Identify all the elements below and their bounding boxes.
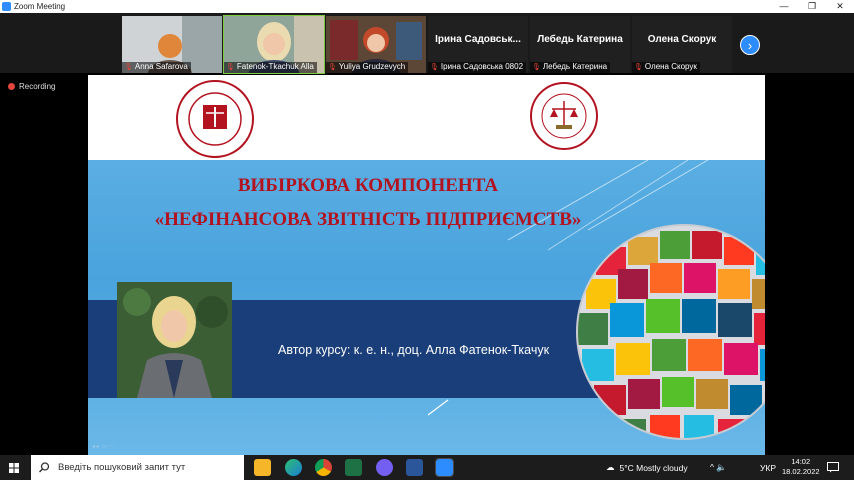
- participant-name: Ірина Садовська 0802: [440, 62, 524, 71]
- window-title: Zoom Meeting: [14, 2, 66, 11]
- notifications-icon[interactable]: [827, 462, 839, 473]
- sdg-globe-graphic: [576, 224, 765, 440]
- department-seal-logo: [530, 82, 598, 150]
- participant-strip: 🎙︎ Anna Safarova 🎙︎ Fatenok-Tkachuk Alla 🎙…: [0, 13, 854, 74]
- clock-time: 14:02: [791, 457, 811, 466]
- participant-tile[interactable]: Лебедь Катерина 🎙︎ Лебедь Катерина: [530, 16, 630, 73]
- slide-title-line2: «НЕФІНАНСОВА ЗВІТНІСТЬ ПІДПРИЄМСТВ»: [154, 209, 582, 230]
- viber-icon[interactable]: [376, 459, 393, 476]
- recording-label: Recording: [19, 82, 56, 91]
- minimize-button[interactable]: —: [770, 0, 798, 13]
- muted-mic-icon: 🎙︎: [634, 64, 643, 71]
- participant-tile-active-speaker[interactable]: 🎙︎ Fatenok-Tkachuk Alla: [223, 15, 325, 74]
- participant-name: Anna Safarova: [134, 62, 188, 71]
- excel-icon[interactable]: [345, 459, 362, 476]
- slide-author-text: Автор курсу: к. е. н., доц. Алла Фатенок…: [278, 343, 550, 357]
- muted-mic-icon: 🎙︎: [532, 64, 541, 71]
- author-photo: [117, 282, 232, 398]
- muted-mic-icon: 🎙︎: [226, 64, 235, 71]
- participant-tile[interactable]: 🎙︎ Anna Safarova: [122, 16, 222, 73]
- participant-tile[interactable]: 🎙︎ Yuliya Grudzevych: [326, 16, 426, 73]
- muted-mic-icon: 🎙︎: [328, 64, 337, 71]
- tray-icons: ^ 🔈: [710, 462, 727, 472]
- shared-screen-slide: ВИБІРКОВА КОМПОНЕНТА «НЕФІНАНСОВА ЗВІТНІ…: [88, 75, 765, 456]
- participant-tile[interactable]: Ірина Садовськ... 🎙︎ Ірина Садовська 0802: [428, 16, 528, 73]
- weather-text: 5°C Mostly cloudy: [619, 462, 688, 473]
- next-page-arrow-icon[interactable]: ›: [740, 35, 760, 55]
- participant-name: Лебедь Катерина: [542, 62, 608, 71]
- participant-name: Yuliya Grudzevych: [338, 62, 406, 71]
- slide-header: [88, 75, 765, 160]
- zoom-app-icon: [2, 2, 11, 11]
- language-indicator[interactable]: УКР: [760, 455, 776, 480]
- record-dot-icon: [8, 83, 15, 90]
- participant-tile[interactable]: Олена Скорук 🎙︎ Олена Скорук: [632, 16, 732, 73]
- slide-title-line1: ВИБІРКОВА КОМПОНЕНТА: [237, 175, 499, 196]
- muted-mic-icon: 🎙︎: [430, 64, 439, 71]
- language-label: УКР: [760, 462, 777, 473]
- windows-start-icon[interactable]: [9, 463, 19, 473]
- participant-display-name: Олена Скорук: [647, 34, 717, 45]
- institute-seal-logo: [176, 80, 254, 158]
- window-controls: — ❐ ✕: [770, 0, 854, 13]
- file-explorer-icon[interactable]: [254, 459, 271, 476]
- close-button[interactable]: ✕: [826, 0, 854, 13]
- search-placeholder: Введіть пошуковий запит тут: [58, 462, 186, 473]
- restore-button[interactable]: ❐: [798, 0, 826, 13]
- clock-date: 18.02.2022: [782, 467, 820, 476]
- search-icon: [39, 462, 50, 473]
- taskbar-clock[interactable]: 14:02 18.02.2022: [782, 457, 820, 477]
- slide-navigation-controls[interactable]: ◂ ▸ ▭ ⋯: [92, 443, 115, 450]
- participant-name: Олена Скорук: [644, 62, 697, 71]
- window-titlebar: Zoom Meeting — ❐ ✕: [0, 0, 854, 13]
- weather-widget[interactable]: ☁ 5°C Mostly cloudy: [606, 455, 688, 480]
- edge-browser-icon[interactable]: [285, 459, 302, 476]
- chrome-browser-icon[interactable]: [315, 459, 332, 476]
- muted-mic-icon: 🎙︎: [124, 64, 133, 71]
- system-tray[interactable]: ^ 🔈: [710, 455, 727, 480]
- participant-display-name: Ірина Садовськ...: [435, 34, 521, 45]
- cloud-icon: ☁: [606, 462, 615, 472]
- windows-taskbar: Введіть пошуковий запит тут ☁ 5°C Mostly…: [0, 455, 854, 480]
- recording-indicator[interactable]: Recording: [8, 82, 55, 91]
- participant-name: Fatenok-Tkachuk Alla: [236, 62, 314, 71]
- word-icon[interactable]: [406, 459, 423, 476]
- taskbar-search-box[interactable]: Введіть пошуковий запит тут: [31, 455, 244, 480]
- zoom-taskbar-icon[interactable]: [435, 458, 454, 477]
- participant-display-name: Лебедь Катерина: [537, 34, 623, 45]
